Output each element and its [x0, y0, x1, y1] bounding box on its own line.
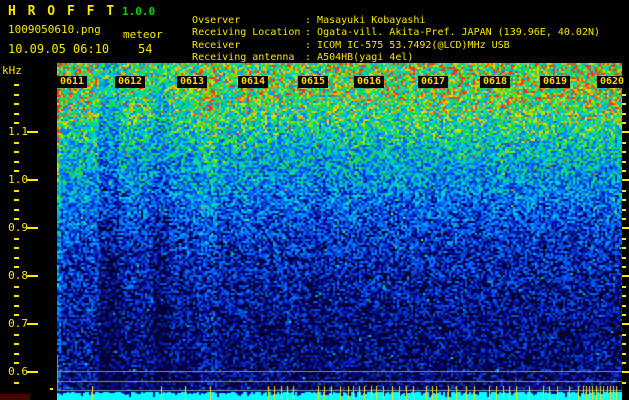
axis-tick — [14, 161, 19, 163]
meteor-count: 54 — [138, 42, 153, 56]
axis-tick — [14, 266, 19, 268]
axis-tick — [14, 353, 19, 355]
axis-tick — [622, 238, 626, 240]
time-tick-label: 0613 — [177, 76, 207, 88]
axis-tick — [622, 190, 626, 192]
axis-tick — [14, 190, 19, 192]
axis-tick — [622, 257, 626, 259]
axis-tick — [622, 179, 629, 181]
info-row-antenna: Receiving antenna: A504HB(yagi 4el) — [180, 41, 413, 63]
info-label: Receiving antenna — [192, 52, 295, 63]
axis-tick — [622, 151, 626, 153]
axis-tick — [14, 257, 19, 259]
time-tick-label: 0620 — [597, 76, 627, 88]
axis-tick — [14, 122, 19, 124]
axis-tick — [622, 218, 626, 220]
axis-tick — [622, 371, 629, 373]
axis-tick — [27, 275, 38, 277]
axis-tick — [622, 314, 626, 316]
axis-tick — [622, 227, 629, 229]
axis-tick — [622, 113, 626, 115]
axis-tick — [14, 209, 19, 211]
axis-tick — [14, 305, 19, 307]
timestamp: 10.09.05 06:10 — [8, 42, 110, 56]
axis-tick — [622, 323, 629, 325]
axis-tick — [622, 286, 626, 288]
axis-tick — [622, 122, 626, 124]
time-tick-label: 0617 — [418, 76, 448, 88]
axis-tick — [14, 113, 19, 115]
axis-tick — [622, 170, 626, 172]
axis-tick — [14, 142, 19, 144]
axis-tick — [622, 94, 626, 96]
axis-tick — [622, 266, 626, 268]
freq-tick-label: 0.8 — [8, 269, 28, 282]
axis-tick — [27, 323, 38, 325]
axis-tick — [622, 209, 626, 211]
app-version: 1.0.0 — [122, 5, 156, 18]
axis-tick — [622, 131, 629, 133]
freq-tick-label: 0.7 — [8, 317, 28, 330]
axis-tick — [14, 247, 19, 249]
axis-tick — [14, 382, 19, 384]
axis-tick — [622, 247, 626, 249]
hrofft-window: { "app": { "title": "H R O F F T", "vers… — [0, 0, 629, 400]
axis-tick — [622, 295, 626, 297]
time-tick-label: 0616 — [354, 76, 384, 88]
time-tick-label: 0611 — [57, 76, 87, 88]
freq-tick-label: 1.0 — [8, 173, 28, 186]
time-tick-label: 0619 — [540, 76, 570, 88]
axis-tick — [622, 362, 626, 364]
axis-tick — [622, 305, 626, 307]
time-tick-label: 0615 — [298, 76, 328, 88]
freq-tick-label: 0.6 — [8, 365, 28, 378]
time-tick-label: 0614 — [238, 76, 268, 88]
axis-tick — [622, 343, 626, 345]
axis-tick — [14, 343, 19, 345]
axis-tick — [622, 353, 626, 355]
freq-tick-label: 1.1 — [8, 125, 28, 138]
axis-tick — [27, 179, 38, 181]
axis-tick — [622, 275, 629, 277]
axis-tick — [14, 238, 19, 240]
axis-tick — [14, 170, 19, 172]
axis-tick — [14, 314, 19, 316]
axis-tick — [14, 94, 19, 96]
app-title: H R O F F T — [8, 4, 117, 19]
axis-tick — [622, 161, 626, 163]
axis-tick — [14, 199, 19, 201]
axis-tick — [14, 334, 19, 336]
axis-tick — [14, 362, 19, 364]
axis-tick — [622, 199, 626, 201]
axis-tick — [14, 286, 19, 288]
time-tick-label: 0612 — [115, 76, 145, 88]
axis-tick — [622, 334, 626, 336]
axis-tick — [14, 218, 19, 220]
freq-tick-label: 0.9 — [8, 221, 28, 234]
axis-tick — [14, 151, 19, 153]
spectrogram-canvas — [57, 63, 622, 400]
axis-tick — [622, 103, 626, 105]
axis-tick — [14, 295, 19, 297]
info-value: A504HB(yagi 4el) — [317, 52, 414, 63]
mode-label: meteor — [123, 28, 163, 41]
freq-axis-unit-label: kHz — [2, 64, 22, 77]
axis-tick — [622, 142, 626, 144]
axis-tick — [27, 131, 38, 133]
axis-tick — [50, 388, 53, 390]
axis-tick — [14, 103, 19, 105]
axis-tick — [622, 382, 626, 384]
axis-tick — [27, 227, 38, 229]
axis-tick — [14, 84, 19, 86]
time-tick-label: 0618 — [480, 76, 510, 88]
axis-tick — [27, 371, 38, 373]
corner-marker — [0, 394, 30, 400]
output-filename: 1009050610.png — [8, 23, 101, 36]
info-separator: : — [305, 52, 312, 63]
